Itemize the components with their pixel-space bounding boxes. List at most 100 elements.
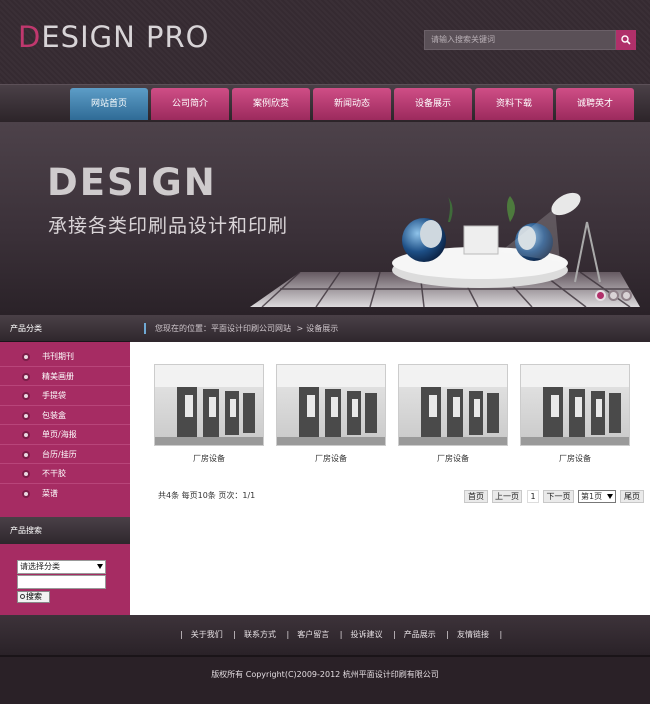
footer-links: | 关于我们 | 联系方式 | 客户留言 | 投诉建议 | 产品展示 | 友情链接 | — [0, 615, 650, 655]
banner-title: DESIGN — [47, 161, 217, 204]
category-item[interactable]: 不干胶 — [0, 464, 130, 484]
product-caption[interactable]: 厂房设备 — [154, 453, 264, 464]
chevron-down-icon — [607, 494, 613, 499]
bullet-icon — [22, 372, 30, 381]
product-card[interactable]: 厂房设备 — [276, 364, 386, 464]
breadcrumb-prefix: 您现在的位置： — [155, 324, 211, 333]
footer-link-about[interactable]: 关于我们 — [191, 630, 223, 639]
link-divider: | — [499, 630, 503, 639]
breadcrumb: 您现在的位置：平面设计印刷公司网站 > 设备展示 — [130, 315, 650, 342]
bullet-icon — [22, 353, 30, 361]
banner: DESIGN 承接各类印刷品设计和印刷 — [0, 122, 650, 315]
product-image[interactable] — [398, 364, 508, 446]
slide-dot-3[interactable] — [621, 290, 632, 301]
slide-dot-2[interactable] — [608, 290, 619, 301]
category-label: 包装盒 — [42, 410, 66, 420]
category-list: 书刊期刊 精美画册 手提袋 包装盒 单页/海报 台历/挂历 不干胶 菜谱 — [0, 342, 130, 517]
category-label: 台历/挂历 — [42, 449, 77, 459]
printing-press-illustration — [155, 365, 263, 445]
sidebar: 产品分类 书刊期刊 精美画册 手提袋 包装盒 单页/海报 台历/挂历 不干胶 菜… — [0, 315, 130, 615]
category-select[interactable]: 请选择分类 — [17, 560, 106, 574]
product-caption[interactable]: 厂房设备 — [398, 453, 508, 464]
link-divider: | — [446, 630, 449, 639]
product-card[interactable]: 厂房设备 — [398, 364, 508, 464]
header: DESIGN PRO 请输入搜索关键词 — [0, 0, 650, 84]
category-label: 手提袋 — [42, 391, 66, 400]
product-card[interactable]: 厂房设备 — [154, 364, 264, 464]
footer-link-products[interactable]: 产品展示 — [404, 630, 436, 639]
nav-item-home[interactable]: 网站首页 — [70, 88, 148, 120]
banner-subtitle: 承接各类印刷品设计和印刷 — [48, 215, 289, 237]
chevron-down-icon — [97, 564, 103, 569]
link-divider: | — [233, 630, 236, 639]
footer: 版权所有 Copyright(C)2009-2012 杭州平面设计印刷有限公司 — [0, 655, 650, 704]
category-item[interactable]: 包装盒 — [0, 406, 130, 425]
category-item[interactable]: 书刊期刊 — [0, 347, 130, 367]
category-item[interactable]: 手提袋 — [0, 386, 130, 406]
printing-press-illustration — [277, 365, 385, 445]
bullet-icon — [22, 392, 30, 400]
footer-link-friends[interactable]: 友情链接 — [457, 630, 489, 639]
product-caption[interactable]: 厂房设备 — [276, 453, 386, 464]
nav-item-careers[interactable]: 诚聘英才 — [556, 88, 634, 120]
product-image[interactable] — [520, 364, 630, 446]
footer-link-contact[interactable]: 联系方式 — [244, 630, 276, 639]
nav-item-about[interactable]: 公司简介 — [151, 88, 229, 120]
category-select-value: 请选择分类 — [20, 562, 60, 571]
keyword-input[interactable] — [17, 575, 106, 589]
link-divider: | — [180, 630, 183, 639]
category-item[interactable]: 单页/海报 — [0, 425, 130, 445]
printing-press-illustration — [521, 365, 629, 445]
category-label: 精美画册 — [42, 371, 74, 381]
logo-rest: ESIGN PRO — [41, 20, 210, 54]
link-divider: | — [393, 630, 396, 639]
product-search-button[interactable]: 搜索 — [17, 591, 50, 603]
footer-link-feedback[interactable]: 投诉建议 — [350, 630, 382, 639]
category-label: 不干胶 — [42, 469, 66, 478]
nav-item-equipment[interactable]: 设备展示 — [394, 88, 472, 120]
category-label: 菜谱 — [42, 488, 58, 498]
search-icon — [20, 594, 25, 599]
printing-press-illustration — [399, 365, 507, 445]
logo-first-letter: D — [18, 20, 42, 54]
pagination-info: 共4条 每页10条 页次：1/1 — [158, 491, 256, 500]
link-divider: | — [339, 630, 343, 639]
product-image[interactable] — [154, 364, 264, 446]
product-search-panel: 请选择分类 搜索 — [0, 544, 130, 615]
breadcrumb-site-link[interactable]: 平面设计印刷公司网站 — [211, 324, 291, 333]
category-label: 书刊期刊 — [42, 352, 74, 361]
next-page-button[interactable]: 下一页 — [543, 490, 574, 503]
breadcrumb-marker — [144, 323, 146, 334]
main-content: 厂房设备 厂房设备 厂房设备 厂房设备 共4条 每页10条 页次：1/1 首页 … — [130, 342, 650, 615]
copyright-text: 版权所有 Copyright(C)2009-2012 杭州平面设计印刷有限公司 — [211, 670, 439, 679]
first-page-button[interactable]: 首页 — [464, 490, 488, 503]
header-search-button[interactable] — [616, 30, 636, 50]
nav-item-cases[interactable]: 案例欣赏 — [232, 88, 310, 120]
slide-dot-1[interactable] — [595, 290, 606, 301]
category-heading: 产品分类 — [0, 315, 130, 342]
breadcrumb-current: 设备展示 — [306, 324, 339, 333]
product-image[interactable] — [276, 364, 386, 446]
search-icon — [621, 35, 631, 45]
slide-indicators — [595, 290, 634, 304]
product-search-heading: 产品搜索 — [0, 517, 130, 544]
product-search-label: 搜索 — [26, 592, 42, 601]
footer-link-guestbook[interactable]: 客户留言 — [297, 630, 329, 639]
site-logo[interactable]: DESIGN PRO — [18, 20, 209, 54]
page-select[interactable]: 第1页 — [578, 490, 616, 503]
nav-item-downloads[interactable]: 资料下载 — [475, 88, 553, 120]
category-item[interactable]: 台历/挂历 — [0, 445, 130, 464]
last-page-button[interactable]: 尾页 — [620, 490, 644, 503]
bullet-icon — [22, 431, 30, 439]
prev-page-button[interactable]: 上一页 — [492, 490, 522, 503]
current-page: 1 — [527, 490, 539, 503]
bullet-icon — [22, 489, 30, 498]
category-item[interactable]: 精美画册 — [0, 367, 130, 386]
nav-item-news[interactable]: 新闻动态 — [313, 88, 391, 120]
header-search-input[interactable]: 请输入搜索关键词 — [424, 30, 616, 50]
product-caption[interactable]: 厂房设备 — [520, 453, 630, 464]
product-card[interactable]: 厂房设备 — [520, 364, 630, 464]
breadcrumb-separator: > — [296, 324, 304, 333]
category-item[interactable]: 菜谱 — [0, 484, 130, 504]
bullet-icon — [22, 411, 30, 420]
